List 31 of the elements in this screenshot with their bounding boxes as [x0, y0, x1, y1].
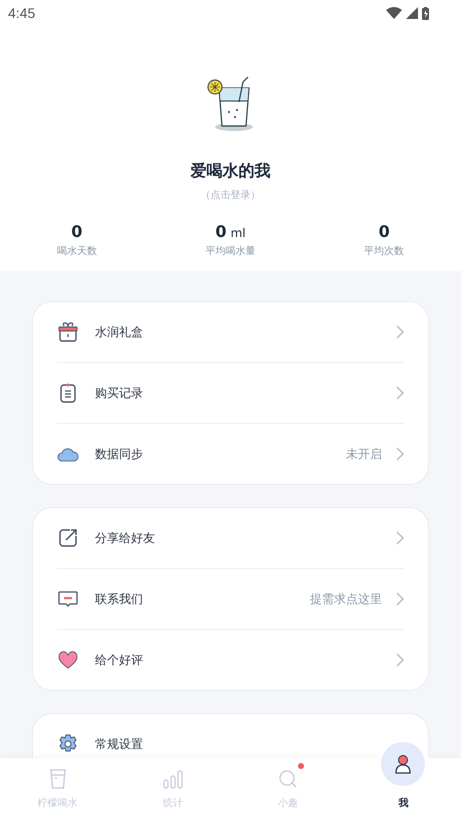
- user-name: 爱喝水的我: [190, 161, 270, 182]
- menu-item-value: 提需求点这里: [310, 590, 382, 608]
- gift-icon: [57, 321, 79, 343]
- status-time: 4:45: [8, 5, 36, 21]
- battery-icon: [422, 6, 429, 20]
- chevron-icon: [396, 531, 404, 545]
- menu-item[interactable]: 联系我们: [95, 592, 143, 606]
- menu-item-value: 未开启: [346, 446, 382, 462]
- share-icon: [57, 527, 79, 549]
- menu-item[interactable]: 给个好评: [95, 652, 143, 668]
- menu-item[interactable]: 数据同步: [95, 446, 143, 462]
- stat-value: 0: [378, 222, 390, 241]
- stat-label: 平均次数: [364, 245, 404, 258]
- menu-item[interactable]: 购买记录: [95, 386, 143, 400]
- chevron-icon: [396, 653, 404, 667]
- menu-item[interactable]: 分享给好友: [95, 530, 155, 546]
- menu-item[interactable]: 水润礼盒: [95, 324, 143, 340]
- chevron-icon: [396, 447, 404, 461]
- nav-tab[interactable]: 我: [398, 796, 408, 810]
- wifi-icon: [386, 7, 402, 19]
- chevron-icon: [396, 325, 404, 339]
- stat-label: 平均喝水量: [206, 244, 256, 258]
- stat-value: 0 ml: [215, 222, 246, 241]
- stat-value: 0: [71, 222, 82, 241]
- menu-item[interactable]: 常规设置: [95, 736, 143, 752]
- stat-label: 喝水天数: [56, 244, 97, 258]
- signal-icon: [406, 7, 418, 19]
- bar-chart-icon: [162, 768, 184, 790]
- heart-icon: [57, 649, 79, 671]
- chevron-icon: [396, 592, 404, 606]
- chevron-icon: [396, 386, 404, 400]
